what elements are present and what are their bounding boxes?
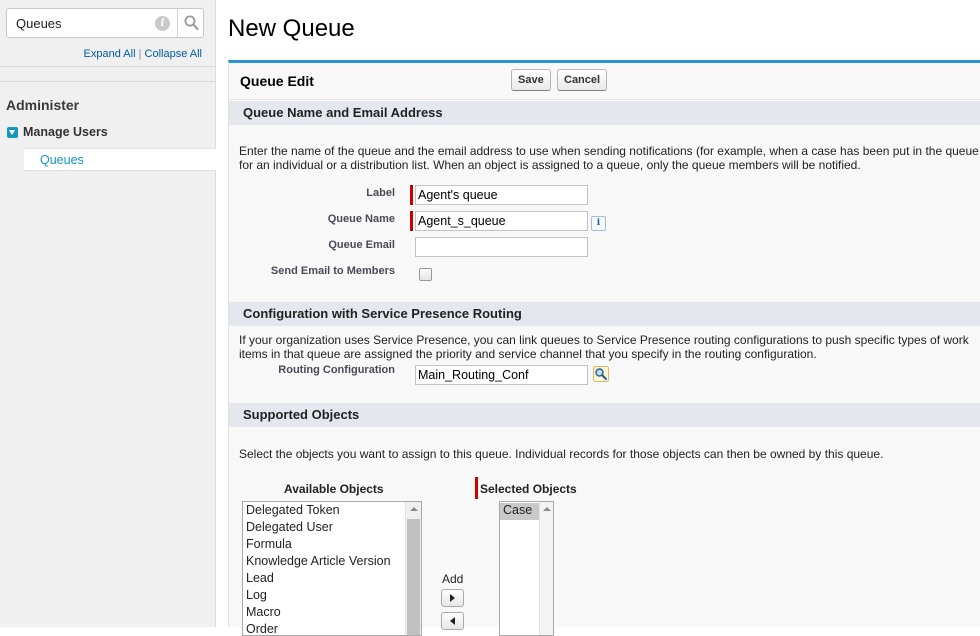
- required-indicator: [410, 211, 413, 231]
- collapse-toggle-icon[interactable]: [7, 126, 18, 138]
- available-objects-list[interactable]: Delegated Token Delegated User Formula Know…: [242, 501, 422, 636]
- list-option[interactable]: Order: [243, 622, 421, 635]
- send-email-checkbox[interactable]: [419, 268, 432, 281]
- search-button[interactable]: [179, 9, 204, 37]
- cancel-button[interactable]: Cancel: [557, 69, 608, 91]
- arrow-left-icon: [450, 617, 455, 625]
- panel-title: Queue Edit: [240, 73, 314, 89]
- selected-objects-list[interactable]: Case: [499, 501, 554, 636]
- add-button[interactable]: [441, 589, 464, 607]
- setup-search-box: i: [6, 8, 204, 38]
- list-option[interactable]: Formula: [243, 537, 421, 554]
- available-objects-label: Available Objects: [284, 482, 384, 496]
- section-description: for an individual or a distribution list…: [239, 158, 861, 172]
- section-description: Enter the name of the queue and the emai…: [239, 144, 979, 158]
- scroll-up-arrow-icon[interactable]: [410, 507, 418, 511]
- list-scrollbar[interactable]: [405, 502, 421, 635]
- list-option[interactable]: Delegated User: [243, 520, 421, 537]
- sidebar-item-queues[interactable]: Queues: [24, 148, 216, 171]
- sidebar-group-manage-users[interactable]: Manage Users: [7, 125, 108, 139]
- section-header-routing: Configuration with Service Presence Rout…: [229, 302, 980, 326]
- list-option[interactable]: Log: [243, 588, 421, 605]
- routing-configuration-input[interactable]: [415, 365, 588, 385]
- save-button[interactable]: Save: [511, 69, 551, 91]
- section-header-supported-objects: Supported Objects: [229, 403, 980, 427]
- available-objects-items: Delegated Token Delegated User Formula Know…: [243, 502, 421, 635]
- help-info-icon[interactable]: i: [591, 216, 606, 231]
- list-option[interactable]: Macro: [243, 605, 421, 622]
- queue-email-input[interactable]: [415, 237, 588, 257]
- required-indicator: [410, 185, 413, 205]
- remove-button[interactable]: [441, 612, 464, 630]
- queue-name-field-label: Queue Name: [327, 213, 395, 225]
- collapse-all-link[interactable]: Collapse All: [145, 48, 202, 60]
- section-description: Select the objects you want to assign to…: [239, 447, 884, 461]
- send-email-field-label: Send Email to Members: [270, 265, 395, 277]
- list-option[interactable]: Delegated Token: [243, 503, 421, 520]
- selected-objects-label: Selected Objects: [480, 482, 577, 496]
- lookup-icon[interactable]: [593, 366, 609, 382]
- page-title: New Queue: [228, 15, 355, 42]
- list-scrollbar[interactable]: [539, 502, 553, 635]
- label-input[interactable]: [415, 185, 588, 205]
- add-label: Add: [442, 572, 464, 586]
- queue-email-field-label: Queue Email: [328, 239, 395, 251]
- queue-edit-panel: Queue Edit Save Cancel Queue Name and Em…: [228, 60, 980, 636]
- info-icon[interactable]: i: [155, 16, 170, 31]
- sidebar-divider: [0, 81, 215, 82]
- expand-all-link[interactable]: Expand All: [84, 48, 136, 60]
- sidebar-section-heading: Administer: [6, 97, 80, 113]
- section-description: If your organization uses Service Presen…: [239, 333, 969, 347]
- list-option[interactable]: Knowledge Article Version: [243, 554, 421, 571]
- expand-collapse-separator: |: [138, 48, 142, 60]
- arrow-right-icon: [450, 594, 455, 602]
- setup-search-input[interactable]: [7, 9, 153, 37]
- expand-collapse-row: Expand All | Collapse All: [84, 48, 202, 60]
- list-option[interactable]: Lead: [243, 571, 421, 588]
- label-field-label: Label: [366, 187, 395, 199]
- sidebar-divider: [0, 66, 215, 67]
- search-icon: [184, 15, 199, 31]
- section-description: items in that queue are assigned the pri…: [239, 347, 817, 361]
- panel-header: Queue Edit Save Cancel: [229, 63, 980, 100]
- routing-configuration-label: Routing Configuration: [278, 364, 395, 376]
- scroll-thumb[interactable]: [407, 519, 420, 635]
- search-divider: [177, 9, 178, 37]
- queue-name-input[interactable]: [415, 211, 588, 231]
- sidebar-group-label: Manage Users: [23, 125, 108, 139]
- required-indicator: [475, 477, 478, 499]
- sidebar: i Expand All | Collapse All Administer M…: [0, 0, 216, 627]
- scroll-up-arrow-icon[interactable]: [543, 507, 551, 511]
- section-header-name-email: Queue Name and Email Address: [229, 101, 980, 125]
